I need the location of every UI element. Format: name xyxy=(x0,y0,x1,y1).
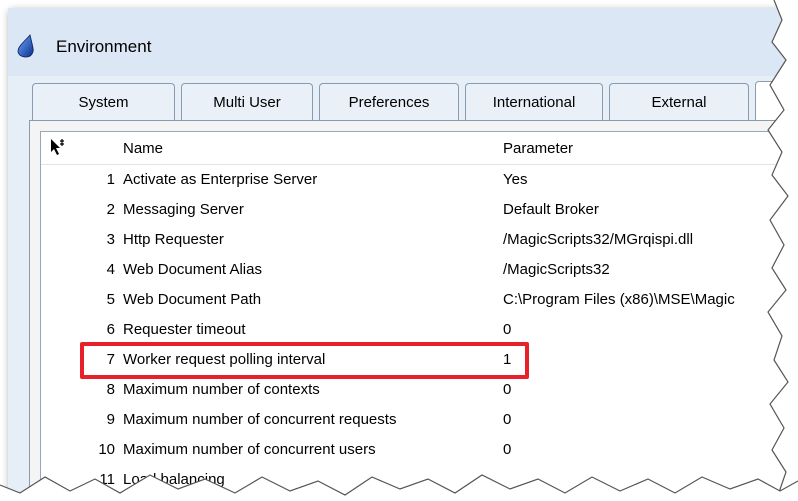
row-number: 4 xyxy=(106,261,115,278)
row-number: 8 xyxy=(106,381,115,398)
torn-edge-bottom xyxy=(0,474,798,501)
row-parameter[interactable]: 0 xyxy=(503,411,511,428)
tab-label: System xyxy=(78,94,129,111)
tab-label: Preferences xyxy=(348,94,430,111)
table-row[interactable]: 1 Activate as Enterprise Server Yes xyxy=(41,164,788,195)
row-name: Web Document Alias xyxy=(123,261,262,278)
table-row[interactable]: 8 Maximum number of contexts 0 xyxy=(41,374,788,405)
tab-label: Multi User xyxy=(213,94,281,111)
row-parameter[interactable]: 0 xyxy=(503,321,511,338)
row-parameter[interactable]: Default Broker xyxy=(503,201,599,218)
row-number: 10 xyxy=(98,441,115,458)
row-number: 9 xyxy=(106,411,115,428)
table-row[interactable]: 6 Requester timeout 0 xyxy=(41,314,788,345)
row-number: 1 xyxy=(106,171,115,188)
row-parameter[interactable]: C:\Program Files (x86)\MSE\Magic xyxy=(503,291,735,308)
tab-label: External xyxy=(651,94,707,111)
row-name: Messaging Server xyxy=(123,201,244,218)
row-name: Maximum number of concurrent requests xyxy=(123,411,397,428)
tab-system[interactable]: System xyxy=(32,83,175,121)
row-name: Worker request polling interval xyxy=(123,351,326,368)
table-row[interactable]: 4 Web Document Alias /MagicScripts32 xyxy=(41,254,788,285)
row-number: 7 xyxy=(106,351,115,368)
tab-strip: System Multi User Preferences Internatio… xyxy=(32,81,788,122)
tab-preferences[interactable]: Preferences xyxy=(319,83,459,121)
row-number: 2 xyxy=(106,201,115,218)
table-row[interactable]: 2 Messaging Server Default Broker xyxy=(41,194,788,225)
environment-grid[interactable]: Name Parameter 1 Activate as Enterprise … xyxy=(40,131,788,501)
row-number: 5 xyxy=(106,291,115,308)
header-parameter[interactable]: Parameter xyxy=(503,140,573,157)
row-number: 3 xyxy=(106,231,115,248)
row-name: Maximum number of concurrent users xyxy=(123,441,376,458)
row-parameter[interactable]: /MagicScripts32 xyxy=(503,261,610,278)
table-row[interactable]: 9 Maximum number of concurrent requests … xyxy=(41,404,788,435)
tab-multi-user[interactable]: Multi User xyxy=(181,83,313,121)
row-name: Activate as Enterprise Server xyxy=(123,171,318,188)
row-selector-cursor-icon xyxy=(51,139,64,155)
table-row-selected[interactable]: 7 Worker request polling interval 1 xyxy=(41,344,788,375)
row-parameter[interactable]: Yes xyxy=(503,171,527,188)
row-name: Http Requester xyxy=(123,231,224,248)
table-row[interactable]: 3 Http Requester /MagicScripts32/MGrqisp… xyxy=(41,224,788,255)
table-row[interactable]: 10 Maximum number of concurrent users 0 xyxy=(41,434,788,465)
grid-header: Name Parameter xyxy=(41,132,788,165)
row-name: Maximum number of contexts xyxy=(123,381,320,398)
row-parameter[interactable]: 0 xyxy=(503,381,511,398)
tab-international[interactable]: International xyxy=(465,83,603,121)
row-parameter[interactable]: 1 xyxy=(503,351,511,368)
environment-window: Environment System Multi User Preference… xyxy=(8,8,788,501)
app-drop-icon xyxy=(17,34,34,58)
row-name: Web Document Path xyxy=(123,291,262,308)
row-parameter[interactable]: /MagicScripts32/MGrqispi.dll xyxy=(503,231,693,248)
tab-external[interactable]: External xyxy=(609,83,749,121)
title-bar: Environment xyxy=(8,8,788,76)
table-row[interactable]: 5 Web Document Path C:\Program Files (x8… xyxy=(41,284,788,315)
tab-panel: Name Parameter 1 Activate as Enterprise … xyxy=(29,120,788,501)
row-number: 6 xyxy=(106,321,115,338)
row-name: Requester timeout xyxy=(123,321,246,338)
torn-edge-right xyxy=(767,0,798,501)
window-title: Environment xyxy=(56,37,152,56)
row-parameter[interactable]: 0 xyxy=(503,441,511,458)
tab-label: International xyxy=(492,94,576,111)
header-name[interactable]: Name xyxy=(123,140,163,157)
